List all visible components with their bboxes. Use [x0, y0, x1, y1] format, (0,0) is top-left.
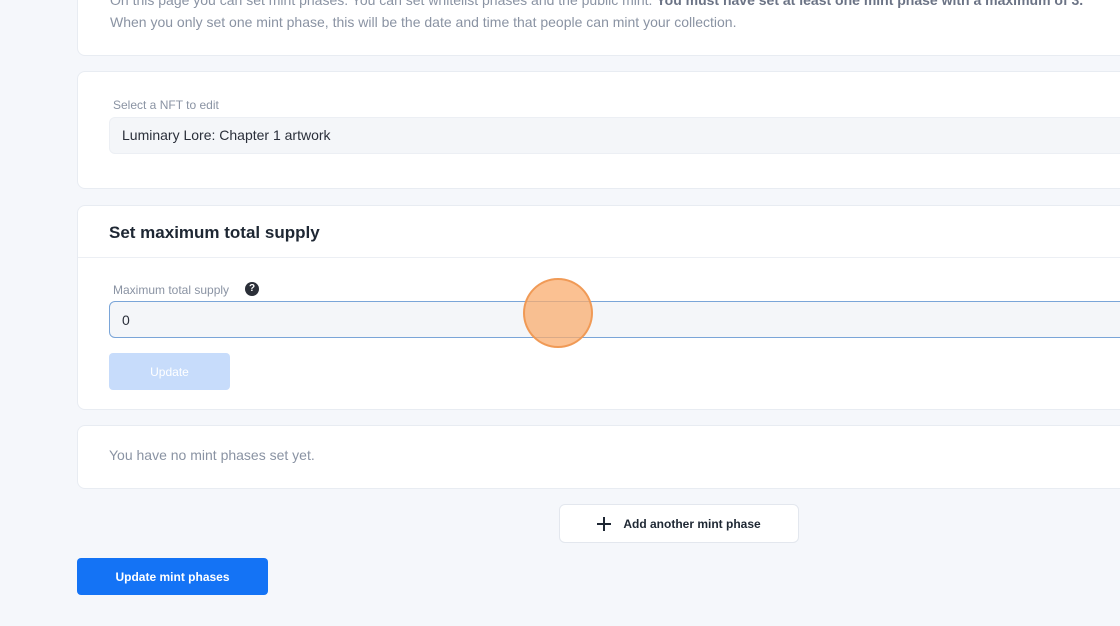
- intro-text-bold: You must have set at least one mint phas…: [656, 0, 1084, 8]
- intro-card: On this page you can set mint phases. Yo…: [77, 0, 1120, 56]
- supply-section-title: Set maximum total supply: [109, 223, 320, 242]
- update-supply-button[interactable]: Update: [109, 353, 230, 390]
- supply-field-label: Maximum total supply: [113, 283, 230, 297]
- select-nft-label: Select a NFT to edit: [113, 98, 219, 112]
- add-mint-phase-button[interactable]: Add another mint phase: [559, 504, 799, 543]
- update-mint-phases-button[interactable]: Update mint phases: [77, 558, 268, 595]
- help-icon[interactable]: ?: [245, 282, 259, 296]
- intro-text-secondary: When you only set one mint phase, this w…: [110, 14, 737, 30]
- plus-icon: [597, 516, 612, 531]
- add-mint-phase-label: Add another mint phase: [623, 516, 761, 531]
- nft-select[interactable]: Luminary Lore: Chapter 1 artwork: [109, 117, 1120, 154]
- page: On this page you can set mint phases. Yo…: [0, 0, 1120, 626]
- supply-card: Set maximum total supply Maximum total s…: [77, 205, 1120, 410]
- max-supply-input[interactable]: [109, 301, 1120, 338]
- intro-text-regular: On this page you can set mint phases. Yo…: [110, 0, 653, 8]
- divider: [78, 257, 1120, 258]
- select-nft-card: Select a NFT to edit Luminary Lore: Chap…: [77, 71, 1120, 189]
- intro-text: On this page you can set mint phases. Yo…: [110, 0, 1083, 8]
- empty-phases-message: You have no mint phases set yet.: [109, 447, 315, 463]
- mint-phases-card: You have no mint phases set yet.: [77, 425, 1120, 489]
